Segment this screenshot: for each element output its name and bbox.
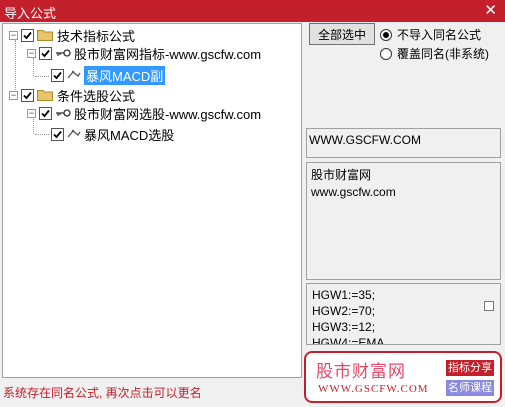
tree-node-screener-formulas[interactable]: − 条件选股公式 (9, 86, 135, 104)
window-title: 导入公式 (4, 6, 57, 21)
description-line: www.gscfw.com (311, 185, 396, 199)
folder-icon (37, 29, 53, 41)
select-all-button[interactable]: 全部选中 (309, 23, 375, 45)
watermark-url: WWW.GSCFW.COM (318, 383, 429, 395)
tree-node-label: 股市财富网指标-www.gscfw.com (74, 46, 262, 62)
tree-checkbox[interactable] (39, 106, 52, 120)
code-line: HGW1:=35; (312, 288, 376, 302)
tree-node-label: 条件选股公式 (57, 88, 136, 104)
gscfw-watermark-logo: 股市财富网 WWW.GSCFW.COM 指标分享 名师课程 (304, 351, 502, 403)
option-label: 不导入同名公式 (397, 28, 482, 42)
code-line: HGW4:=EMA (312, 336, 385, 345)
code-line: HGW3:=12; (312, 320, 376, 334)
radio-button[interactable] (380, 28, 392, 41)
tree-checkbox[interactable] (51, 68, 64, 82)
code-box-checkbox[interactable] (484, 301, 494, 311)
formula-url: WWW.GSCFW.COM (309, 133, 421, 147)
tree-node-gscfw-screener[interactable]: − 股市财富网选股-www.gscfw.com (27, 104, 261, 122)
tree-node-gscfw-indicator[interactable]: − 股市财富网指标-www.gscfw.com (27, 44, 261, 62)
formula-icon (67, 69, 81, 81)
option-label: 覆盖同名(非系统) (397, 47, 489, 61)
tree-checkbox[interactable] (21, 88, 34, 102)
code-line: HGW2:=70; (312, 304, 376, 318)
tree-checkbox[interactable] (21, 28, 34, 42)
collapse-toggle-icon[interactable]: − (9, 30, 18, 40)
tree-connector (35, 76, 49, 77)
radio-button[interactable] (380, 47, 392, 60)
formula-description-box: 股市财富网 www.gscfw.com (306, 162, 501, 280)
collapse-toggle-icon[interactable]: − (27, 48, 36, 58)
formula-icon (67, 128, 81, 140)
tree-node-macd-sub[interactable]: 暴风MACD副 (51, 65, 166, 85)
formula-url-field: WWW.GSCFW.COM (306, 128, 501, 158)
close-icon[interactable]: ✕ (484, 1, 497, 19)
key-icon (55, 48, 71, 58)
formula-code-box[interactable]: HGW1:=35; HGW2:=70; HGW3:=12; HGW4:=EMA (306, 283, 501, 345)
status-message: 系统存在同名公式, 再次点击可以更名 (3, 386, 202, 400)
tree-node-label: 股市财富网选股-www.gscfw.com (74, 106, 262, 122)
formula-tree[interactable]: − 技术指标公式 − 股市财富网指标-www.gscfw.com 暴风MACD副… (2, 23, 302, 378)
watermark-tag: 名师课程 (446, 380, 494, 396)
folder-icon (37, 89, 53, 101)
tree-checkbox[interactable] (51, 127, 64, 141)
title-bar: 导入公式 ✕ (0, 0, 505, 22)
tree-checkbox[interactable] (39, 46, 52, 60)
option-skip-duplicates[interactable]: 不导入同名公式 (380, 26, 481, 43)
tree-node-label: 技术指标公式 (57, 28, 136, 44)
watermark-site-name: 股市财富网 (316, 362, 406, 381)
collapse-toggle-icon[interactable]: − (9, 90, 18, 100)
tree-node-label: 暴风MACD选股 (84, 127, 175, 143)
tree-node-macd-screener[interactable]: 暴风MACD选股 (51, 125, 174, 143)
key-icon (55, 108, 71, 118)
watermark-tag: 指标分享 (446, 360, 494, 376)
collapse-toggle-icon[interactable]: − (27, 108, 36, 118)
option-overwrite-duplicates[interactable]: 覆盖同名(非系统) (380, 45, 489, 62)
tree-connector (35, 134, 49, 135)
description-line: 股市财富网 (311, 168, 372, 182)
tree-node-tech-formulas[interactable]: − 技术指标公式 (9, 26, 135, 44)
tree-node-label: 暴风MACD副 (84, 65, 166, 85)
